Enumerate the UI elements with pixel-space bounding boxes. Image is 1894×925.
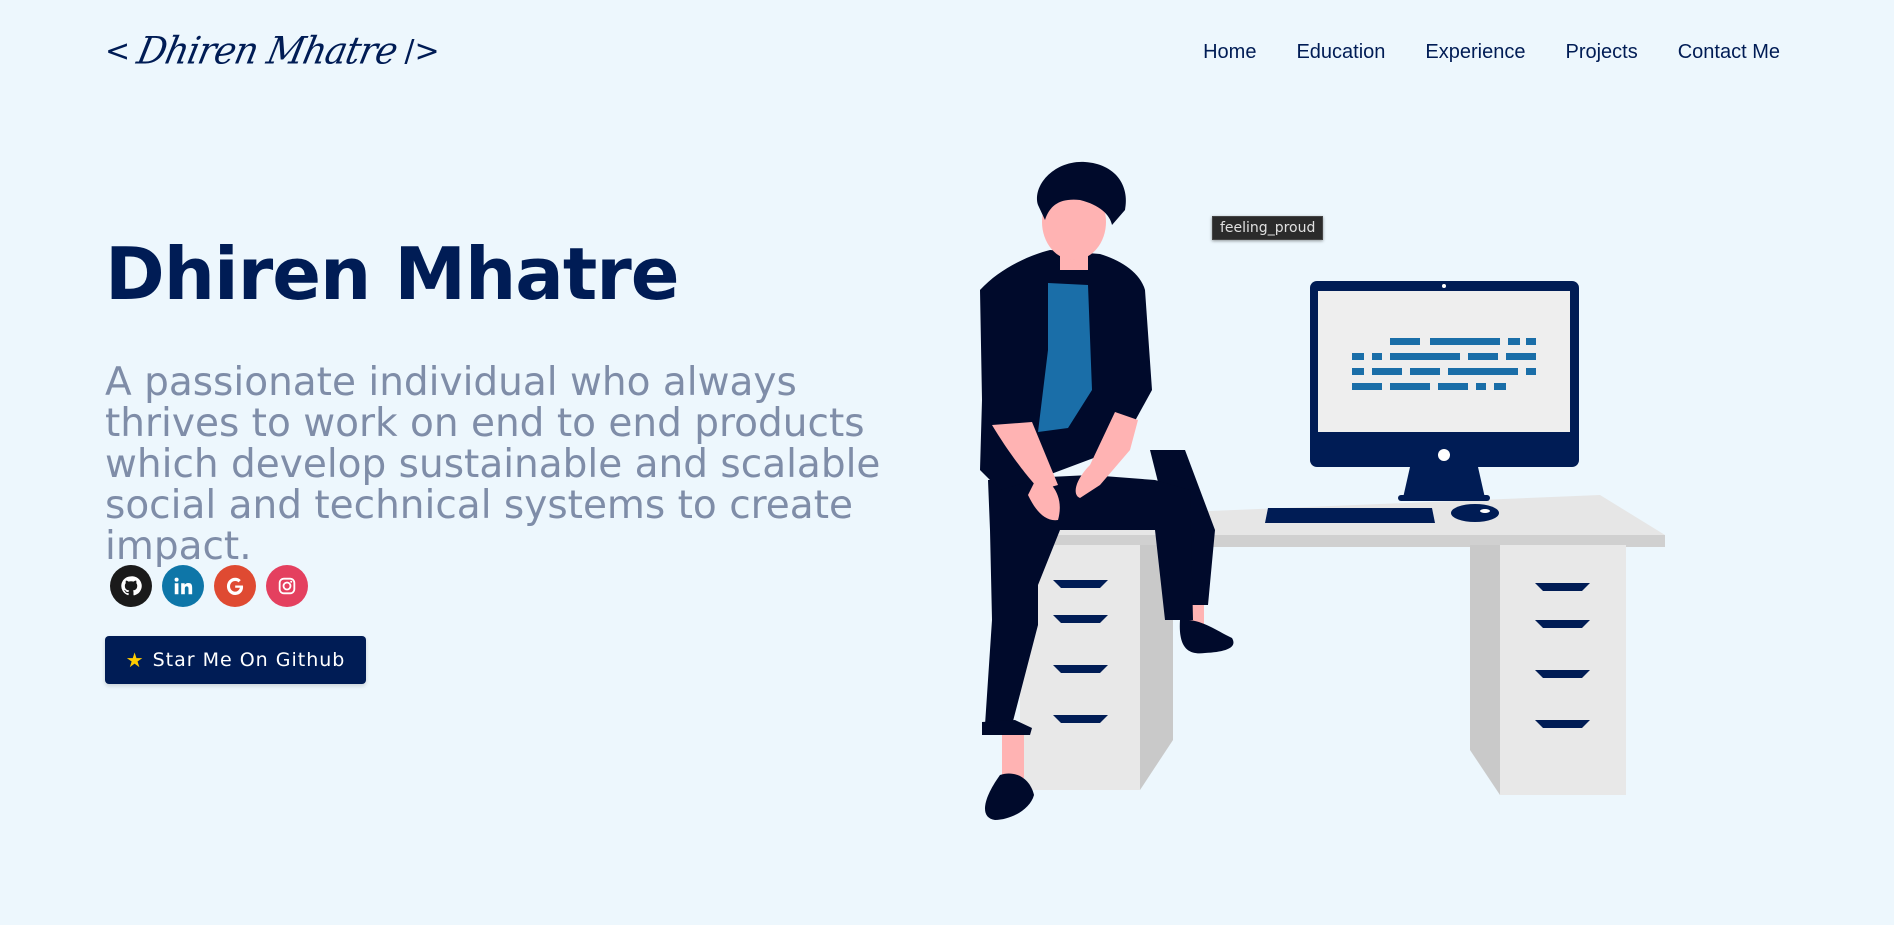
google-button[interactable] bbox=[214, 565, 256, 607]
nav-item-projects[interactable]: Projects bbox=[1565, 41, 1637, 64]
logo[interactable]: < Dhiren Mhatre /> bbox=[105, 26, 440, 76]
desk bbox=[1020, 495, 1665, 795]
keyboard bbox=[1265, 508, 1435, 523]
social-links bbox=[110, 565, 308, 607]
monitor bbox=[1310, 281, 1579, 501]
hero-title: Dhiren Mhatre bbox=[105, 232, 680, 316]
nav-item-experience[interactable]: Experience bbox=[1425, 41, 1525, 64]
logo-bracket-close: /> bbox=[404, 33, 440, 69]
hero-subtitle: A passionate individual who always thriv… bbox=[105, 360, 881, 569]
star-icon: ★ bbox=[125, 648, 145, 672]
developer-illustration bbox=[980, 161, 1665, 820]
nav-menu: Home Education Experience Projects Conta… bbox=[1203, 41, 1780, 64]
instagram-icon bbox=[278, 577, 296, 595]
linkedin-icon bbox=[174, 577, 193, 595]
logo-bracket-open: < bbox=[105, 33, 131, 69]
instagram-button[interactable] bbox=[266, 565, 308, 607]
mouse bbox=[1451, 504, 1499, 522]
header: < Dhiren Mhatre /> Home Education Experi… bbox=[0, 0, 1894, 110]
nav-item-contact-me[interactable]: Contact Me bbox=[1678, 41, 1780, 64]
github-icon bbox=[121, 576, 142, 596]
linkedin-button[interactable] bbox=[162, 565, 204, 607]
star-button-label: Star Me On Github bbox=[152, 649, 346, 671]
logo-signature: Dhiren Mhatre bbox=[133, 29, 401, 73]
google-icon bbox=[226, 577, 244, 595]
nav-item-home[interactable]: Home bbox=[1203, 41, 1256, 64]
star-on-github-button[interactable]: ★ Star Me On Github bbox=[105, 636, 366, 684]
github-button[interactable] bbox=[110, 565, 152, 607]
nav-item-education[interactable]: Education bbox=[1296, 41, 1385, 64]
image-tooltip: feeling_proud bbox=[1212, 216, 1324, 240]
